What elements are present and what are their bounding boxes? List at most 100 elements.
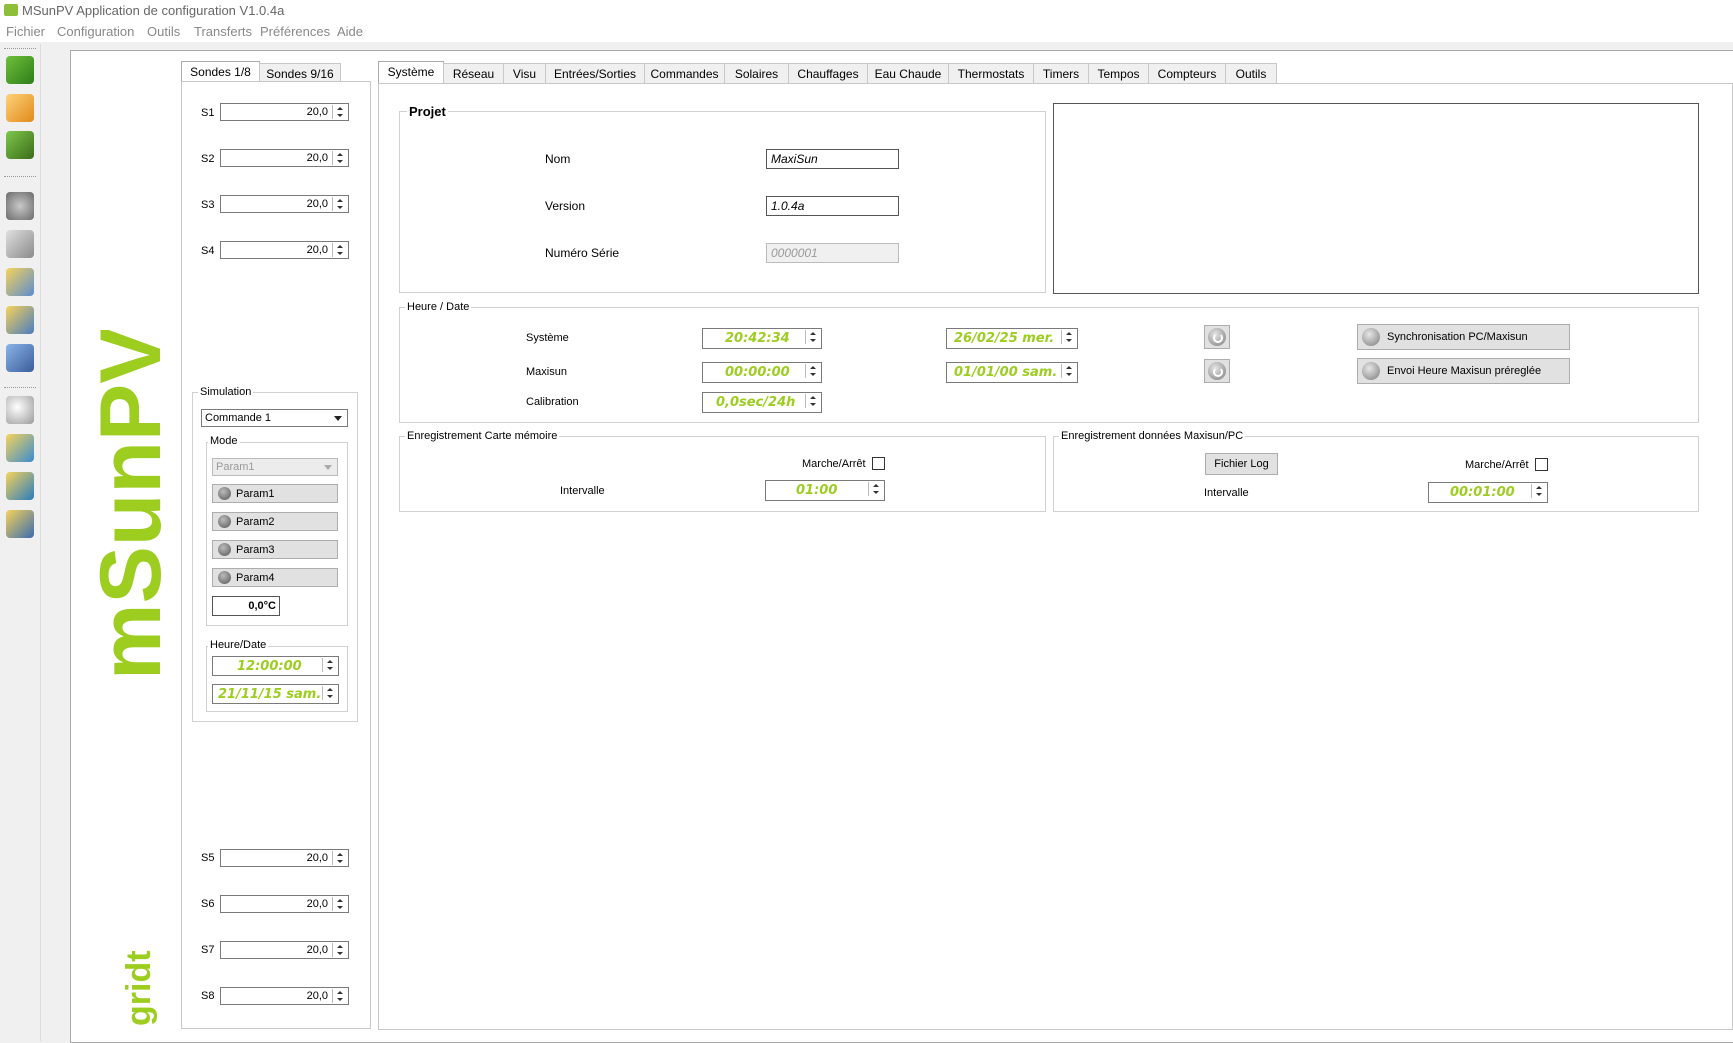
spin-arrows-icon[interactable]: [1531, 484, 1546, 498]
spin-arrows-icon[interactable]: [805, 364, 820, 378]
tab-entrees-sorties[interactable]: Entrées/Sorties: [545, 63, 645, 84]
spin-arrows-icon[interactable]: [332, 989, 347, 1003]
sonde-value: 20,0: [306, 244, 328, 256]
usb-key-icon[interactable]: [6, 344, 34, 372]
spin-arrows-icon[interactable]: [805, 394, 820, 408]
menu-outils[interactable]: Outils: [147, 24, 180, 39]
sonde-s4-spinbox[interactable]: 20,0: [220, 241, 349, 259]
param3-button[interactable]: Param3: [212, 540, 338, 559]
led-icon: [218, 543, 231, 556]
menu-transferts[interactable]: Transferts: [194, 24, 252, 39]
gridtek-logo: gridtek: [120, 950, 158, 1026]
param1-button[interactable]: Param1: [212, 484, 338, 503]
command-select[interactable]: Commande 1: [201, 409, 348, 427]
tab-commandes[interactable]: Commandes: [644, 63, 725, 84]
systeme-time-spinbox[interactable]: 20:42:34: [702, 328, 822, 349]
heure-date-title: Heure / Date: [405, 301, 472, 313]
gridtek-logo-text: gridtek: [120, 950, 158, 1026]
temperature-display: 0,0°C: [212, 596, 280, 616]
param-label: Param3: [236, 544, 275, 556]
param-label: Param4: [236, 572, 275, 584]
tab-solaires[interactable]: Solaires: [724, 63, 789, 84]
sim-time-spinbox[interactable]: 12:00:00: [212, 656, 339, 676]
network-download-icon[interactable]: [6, 472, 34, 500]
spin-arrows-icon[interactable]: [1061, 330, 1076, 344]
sonde-s5-spinbox[interactable]: 20,0: [220, 849, 349, 867]
sonde-s8-spinbox[interactable]: 20,0: [220, 987, 349, 1005]
spin-arrows-icon[interactable]: [805, 330, 820, 344]
monitor-upload-icon[interactable]: [6, 268, 34, 296]
tab-timers[interactable]: Timers: [1033, 63, 1089, 84]
version-input[interactable]: 1.0.4a: [766, 196, 899, 216]
systeme-date-spinbox[interactable]: 26/02/25 mer.: [946, 328, 1078, 349]
menu-configuration[interactable]: Configuration: [57, 24, 134, 39]
tab-tempos[interactable]: Tempos: [1088, 63, 1149, 84]
pc-marche-label: Marche/Arrêt: [1465, 459, 1529, 471]
numero-serie-label: Numéro Série: [545, 246, 620, 260]
carte-intervalle-spinbox[interactable]: 01:00: [765, 480, 885, 501]
spin-arrows-icon[interactable]: [332, 243, 347, 257]
carte-marche-checkbox[interactable]: [872, 457, 885, 470]
tab-thermostats[interactable]: Thermostats: [948, 63, 1034, 84]
fichier-log-button[interactable]: Fichier Log: [1205, 453, 1278, 475]
sonde-value: 20,0: [306, 990, 328, 1002]
spin-arrows-icon[interactable]: [322, 658, 337, 672]
tab-visu[interactable]: Visu: [503, 63, 546, 84]
network-upload-icon[interactable]: [6, 434, 34, 462]
pc-marche-checkbox[interactable]: [1535, 458, 1548, 471]
calibration-spinbox[interactable]: 0,0sec/24h: [702, 392, 822, 413]
sonde-label: S3: [201, 199, 215, 211]
spin-arrows-icon[interactable]: [332, 897, 347, 911]
param-label: Param2: [236, 516, 275, 528]
spin-arrows-icon[interactable]: [332, 151, 347, 165]
spin-arrows-icon[interactable]: [332, 851, 347, 865]
sonde-s2-spinbox[interactable]: 20,0: [220, 149, 349, 167]
refresh-maxisun-button[interactable]: [1204, 359, 1230, 383]
numero-serie-value: 0000001: [771, 246, 818, 260]
network-sync-icon[interactable]: [6, 510, 34, 538]
menu-aide[interactable]: Aide: [337, 24, 363, 39]
systeme-date-value: 26/02/25 mer.: [954, 331, 1055, 346]
tab-eau-chaude[interactable]: Eau Chaude: [867, 63, 949, 84]
envoi-heure-button[interactable]: Envoi Heure Maxisun préreglée: [1357, 358, 1570, 384]
spin-arrows-icon[interactable]: [332, 105, 347, 119]
spin-arrows-icon[interactable]: [868, 482, 883, 496]
tab-chauffages[interactable]: Chauffages: [788, 63, 868, 84]
maxisun-time-spinbox[interactable]: 00:00:00: [702, 362, 822, 383]
maxisun-date-spinbox[interactable]: 01/01/00 sam.: [946, 362, 1078, 383]
eraser-icon[interactable]: [6, 94, 34, 122]
sim-heure-date-title: Heure/Date: [208, 639, 269, 651]
sim-date-spinbox[interactable]: 21/11/15 sam.: [212, 684, 339, 704]
monitor-download-icon[interactable]: [6, 306, 34, 334]
spin-arrows-icon[interactable]: [332, 197, 347, 211]
spin-arrows-icon[interactable]: [332, 943, 347, 957]
param4-button[interactable]: Param4: [212, 568, 338, 587]
sonde-s6-spinbox[interactable]: 20,0: [220, 895, 349, 913]
menu-fichier[interactable]: Fichier: [6, 24, 45, 39]
sonde-s3-spinbox[interactable]: 20,0: [220, 195, 349, 213]
param2-button[interactable]: Param2: [212, 512, 338, 531]
refresh-systeme-button[interactable]: [1204, 325, 1230, 349]
spin-arrows-icon[interactable]: [1061, 364, 1076, 378]
pc-intervalle-label: Intervalle: [1204, 487, 1249, 499]
pc-intervalle-spinbox[interactable]: 00:01:00: [1428, 482, 1548, 503]
nom-input[interactable]: MaxiSun: [766, 149, 899, 169]
gears-icon[interactable]: [6, 192, 34, 220]
arrow-left-icon: [1362, 362, 1380, 380]
sync-pc-maxisun-button[interactable]: Synchronisation PC/Maxisun: [1357, 324, 1570, 350]
sonde-s1-spinbox[interactable]: 20,0: [220, 103, 349, 121]
sonde-s7-spinbox[interactable]: 20,0: [220, 941, 349, 959]
donnees-pc-title: Enregistrement données Maxisun/PC: [1059, 430, 1246, 442]
menu-preferences[interactable]: Préférences: [260, 24, 330, 39]
open-folder-icon[interactable]: [6, 56, 34, 84]
save-download-icon[interactable]: [6, 131, 34, 159]
tab-outils[interactable]: Outils: [1225, 63, 1277, 84]
toolbar-separator: [4, 48, 36, 49]
spin-arrows-icon[interactable]: [322, 686, 337, 700]
led-icon: [218, 487, 231, 500]
magnifier-icon[interactable]: [6, 396, 34, 424]
tab-systeme[interactable]: Système: [378, 61, 444, 85]
tab-reseau[interactable]: Réseau: [443, 63, 504, 84]
usb-stick-icon[interactable]: [6, 230, 34, 258]
tab-compteurs[interactable]: Compteurs: [1148, 63, 1226, 84]
